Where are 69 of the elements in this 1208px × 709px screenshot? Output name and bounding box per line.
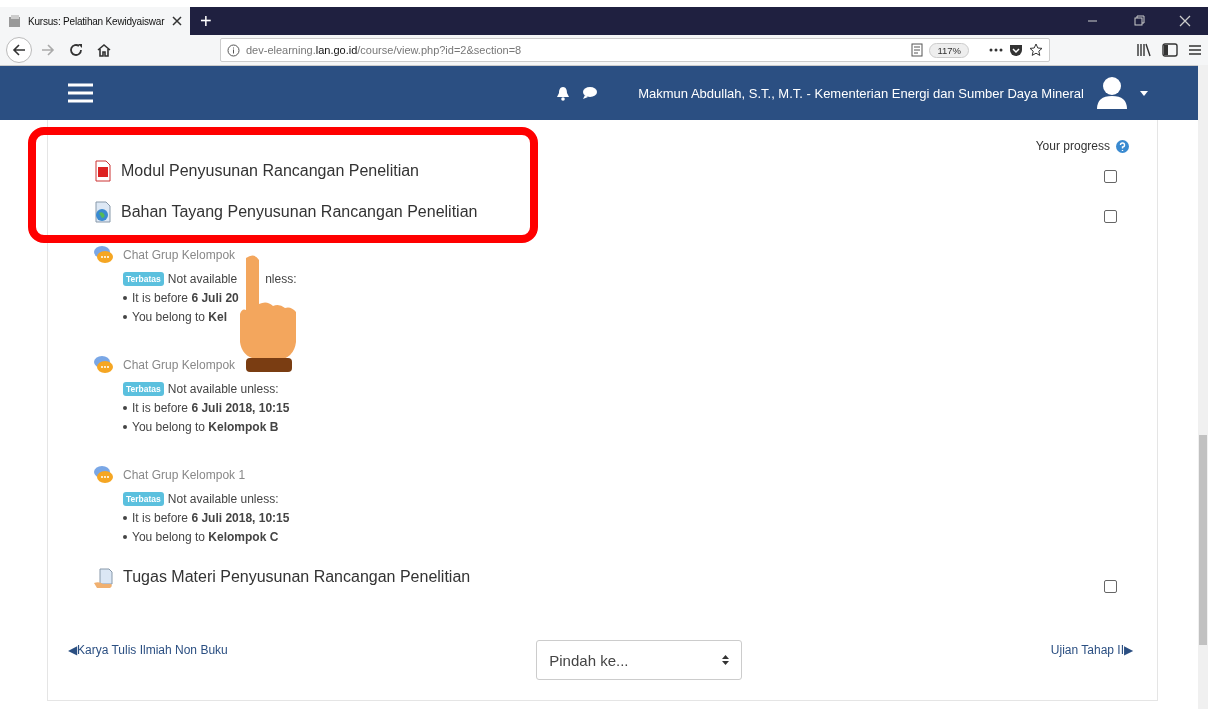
address-bar[interactable]: dev-elearning.lan.go.id/course/view.php?id=2&section=8 117% xyxy=(220,38,1050,62)
restriction-text: Not available unless: xyxy=(167,492,279,506)
restriction-text: Not available xyxy=(167,272,238,286)
activity-link[interactable]: Tugas Materi Penyusunan Rancangan Penelitian xyxy=(123,568,471,586)
previous-section-link[interactable]: ◀Karya Tulis Ilmiah Non Buku xyxy=(68,643,228,657)
bullet-icon xyxy=(123,315,127,319)
menu-icon[interactable] xyxy=(1188,43,1202,57)
bullet-icon xyxy=(123,535,127,539)
restricted-badge: Terbatas xyxy=(123,492,164,506)
home-icon xyxy=(97,43,111,57)
back-arrow-icon xyxy=(12,43,26,57)
bullet-icon xyxy=(123,406,127,410)
bell-icon[interactable] xyxy=(556,85,571,101)
library-icon[interactable] xyxy=(1136,43,1152,57)
chat-link[interactable]: Chat Grup Kelompok xyxy=(123,358,236,372)
speech-bubble-icon[interactable] xyxy=(582,86,599,100)
more-icon[interactable] xyxy=(989,48,1003,52)
condition-item: You belong to Kelompok B xyxy=(132,420,279,434)
pdf-file-icon xyxy=(93,159,113,182)
new-tab-button[interactable]: + xyxy=(190,7,222,35)
restriction-text: Not available unless: xyxy=(167,382,279,396)
chat-bubbles-icon xyxy=(93,355,115,375)
completion-checkbox[interactable] xyxy=(1104,580,1117,593)
info-icon xyxy=(227,43,240,57)
page-icon xyxy=(8,14,22,28)
chat-link[interactable]: Chat Grup Kelompok xyxy=(123,248,236,262)
back-button[interactable] xyxy=(6,37,32,63)
bullet-icon xyxy=(123,516,127,520)
completion-checkbox[interactable] xyxy=(1104,170,1117,183)
condition-item: It is before 6 Juli 2018, 10:15 xyxy=(132,511,290,525)
reload-icon xyxy=(69,43,83,57)
pocket-icon[interactable] xyxy=(1009,43,1023,57)
close-icon[interactable] xyxy=(172,16,182,26)
progress-label: Your progress xyxy=(1035,139,1110,153)
user-name[interactable]: Makmun Abdullah, S.T., M.T. - Kementerian Energi dan Sumber Daya Mineral xyxy=(638,85,1084,101)
menu-button[interactable] xyxy=(68,83,93,103)
globe-file-icon xyxy=(93,200,113,223)
chat-bubbles-icon xyxy=(93,245,115,265)
condition-item: You belong to Kelompok C xyxy=(132,530,279,544)
condition-item: It is before 6 Juli 2018, 10:15 xyxy=(132,401,290,415)
url-text: dev-elearning.lan.go.id/course/view.php?id=2&section=8 xyxy=(246,44,523,56)
help-icon[interactable] xyxy=(1116,139,1129,153)
sidebar-icon[interactable] xyxy=(1162,43,1178,57)
scrollbar[interactable] xyxy=(1198,65,1208,709)
restricted-badge: Terbatas xyxy=(123,382,164,396)
menu-icon xyxy=(68,83,93,103)
browser-tab[interactable]: Kursus: Pelatihan Kewidyaiswar xyxy=(0,7,190,35)
activity-link[interactable]: Modul Penyusunan Rancangan Penelitian xyxy=(121,161,419,180)
restricted-badge: Terbatas xyxy=(123,272,164,286)
avatar-icon[interactable] xyxy=(1096,76,1128,110)
reader-view-icon[interactable] xyxy=(911,43,924,57)
jump-to-select[interactable]: Pindah ke... xyxy=(536,640,743,680)
zoom-level-button[interactable]: 117% xyxy=(929,42,969,58)
restriction-text: nless: xyxy=(265,272,297,286)
activity-link[interactable]: Bahan Tayang Penyusunan Rancangan Penelitian xyxy=(121,202,478,221)
next-section-link[interactable]: Ujian Tahap II▶ xyxy=(1050,643,1133,657)
hand-document-icon xyxy=(93,568,115,590)
tab-title: Kursus: Pelatihan Kewidyaiswar xyxy=(28,15,166,27)
select-arrows-icon xyxy=(722,655,730,665)
forward-arrow-icon xyxy=(41,43,55,57)
completion-checkbox[interactable] xyxy=(1104,210,1117,223)
chat-link[interactable]: Chat Grup Kelompok 1 xyxy=(123,468,246,482)
bullet-icon xyxy=(123,425,127,429)
condition-item: You belong to Kel xyxy=(132,310,227,324)
condition-item: It is before 6 Juli 20 xyxy=(132,291,239,305)
bullet-icon xyxy=(123,296,127,300)
star-icon[interactable] xyxy=(1029,43,1043,57)
chat-bubbles-icon xyxy=(93,465,115,485)
caret-icon[interactable] xyxy=(1140,90,1148,96)
